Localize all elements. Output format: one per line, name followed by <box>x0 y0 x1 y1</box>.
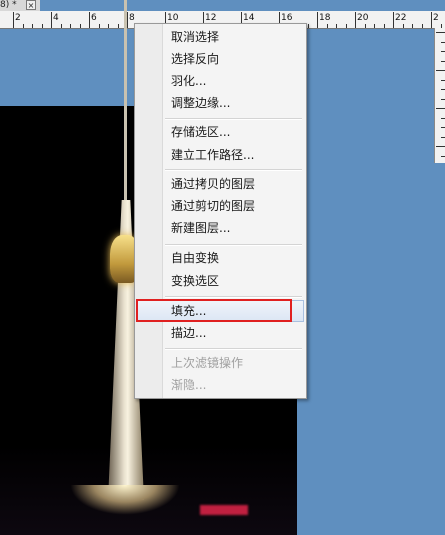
ruler-tick <box>422 24 423 28</box>
ruler-tick <box>441 80 445 81</box>
ruler-label: 22 <box>395 13 407 23</box>
menu-item-stroke[interactable]: 描边... <box>171 326 206 340</box>
ruler-tick <box>431 12 432 28</box>
ruler-tick <box>61 24 62 28</box>
ruler-label: 8 <box>129 13 135 23</box>
ruler-tick <box>42 24 43 28</box>
ruler-tick <box>127 12 128 28</box>
ruler-tick <box>317 12 318 28</box>
menu-item-fade: 渐隐... <box>171 378 207 392</box>
ruler-tick <box>403 24 404 28</box>
menu-item-layer-via-copy[interactable]: 通过拷贝的图层 <box>171 177 255 191</box>
menu-separator <box>165 348 302 350</box>
document-tab[interactable]: 8) * × <box>0 0 40 11</box>
menu-item-refine-edge[interactable]: 调整边缘... <box>171 96 230 110</box>
ruler-tick <box>108 24 109 28</box>
ruler-tick <box>89 12 90 28</box>
ruler-tick <box>13 12 14 28</box>
annotation-highlight-box <box>136 299 292 322</box>
ruler-label: 10 <box>167 13 179 23</box>
ruler-label: 4 <box>53 13 59 23</box>
menu-item-new-layer[interactable]: 新建图层... <box>171 221 230 235</box>
ruler-tick <box>436 108 445 109</box>
ruler-tick <box>346 24 347 28</box>
ruler-tick <box>393 12 394 28</box>
ruler-label: 12 <box>205 13 217 23</box>
menu-gutter <box>135 24 163 398</box>
ruler-label: 20 <box>357 13 369 23</box>
ruler-tick <box>80 24 81 28</box>
menu-item-last-filter: 上次滤镜操作 <box>171 356 244 370</box>
menu-item-transform-selection[interactable]: 变换选区 <box>171 274 219 288</box>
ruler-tick <box>441 137 445 138</box>
ruler-tick <box>118 24 119 28</box>
menu-item-deselect[interactable]: 取消选择 <box>171 30 219 44</box>
ruler-tick <box>336 24 337 28</box>
context-menu: 取消选择 选择反向 羽化... 调整边缘... 存储选区... 建立工作路径..… <box>134 23 307 399</box>
menu-separator <box>165 169 302 171</box>
menu-separator <box>165 296 302 298</box>
ruler-tick <box>441 51 445 52</box>
ruler-tick <box>327 24 328 28</box>
ruler-tick <box>32 24 33 28</box>
menu-item-make-work-path[interactable]: 建立工作路径... <box>171 148 254 162</box>
ruler-tick <box>441 118 445 119</box>
menu-item-save-selection[interactable]: 存储选区... <box>171 125 230 139</box>
vertical-ruler[interactable] <box>434 28 445 163</box>
ruler-tick <box>308 24 309 28</box>
ruler-tick <box>441 42 445 43</box>
ruler-tick <box>436 146 445 147</box>
close-icon[interactable]: × <box>26 0 36 10</box>
ruler-tick <box>384 24 385 28</box>
ruler-tick <box>441 156 445 157</box>
ruler-tick <box>441 99 445 100</box>
ruler-tick <box>365 24 366 28</box>
ruler-tick <box>441 127 445 128</box>
ruler-tick <box>441 89 445 90</box>
ruler-label: 16 <box>281 13 293 23</box>
ruler-tick <box>51 12 52 28</box>
ruler-label: 6 <box>91 13 97 23</box>
neon-sign <box>200 505 248 515</box>
ruler-tick <box>70 24 71 28</box>
tower-base <box>70 485 180 515</box>
menu-item-layer-via-cut[interactable]: 通过剪切的图层 <box>171 199 255 213</box>
ruler-tick <box>436 32 445 33</box>
ruler-tick <box>441 61 445 62</box>
ruler-tick <box>23 24 24 28</box>
ruler-tick <box>99 24 100 28</box>
menu-separator <box>165 118 302 120</box>
ruler-label: 2 <box>15 13 21 23</box>
ruler-label: 18 <box>319 13 331 23</box>
ruler-tick <box>374 24 375 28</box>
menu-item-free-transform[interactable]: 自由变换 <box>171 251 219 265</box>
ruler-tick <box>412 24 413 28</box>
ruler-label: 2 <box>433 13 439 23</box>
menu-separator <box>165 244 302 246</box>
menu-item-select-inverse[interactable]: 选择反向 <box>171 52 219 66</box>
ruler-tick <box>355 12 356 28</box>
document-tab-title: 8) * <box>0 0 17 10</box>
menu-item-feather[interactable]: 羽化... <box>171 74 206 88</box>
ruler-tick <box>436 70 445 71</box>
ruler-label: 14 <box>243 13 255 23</box>
